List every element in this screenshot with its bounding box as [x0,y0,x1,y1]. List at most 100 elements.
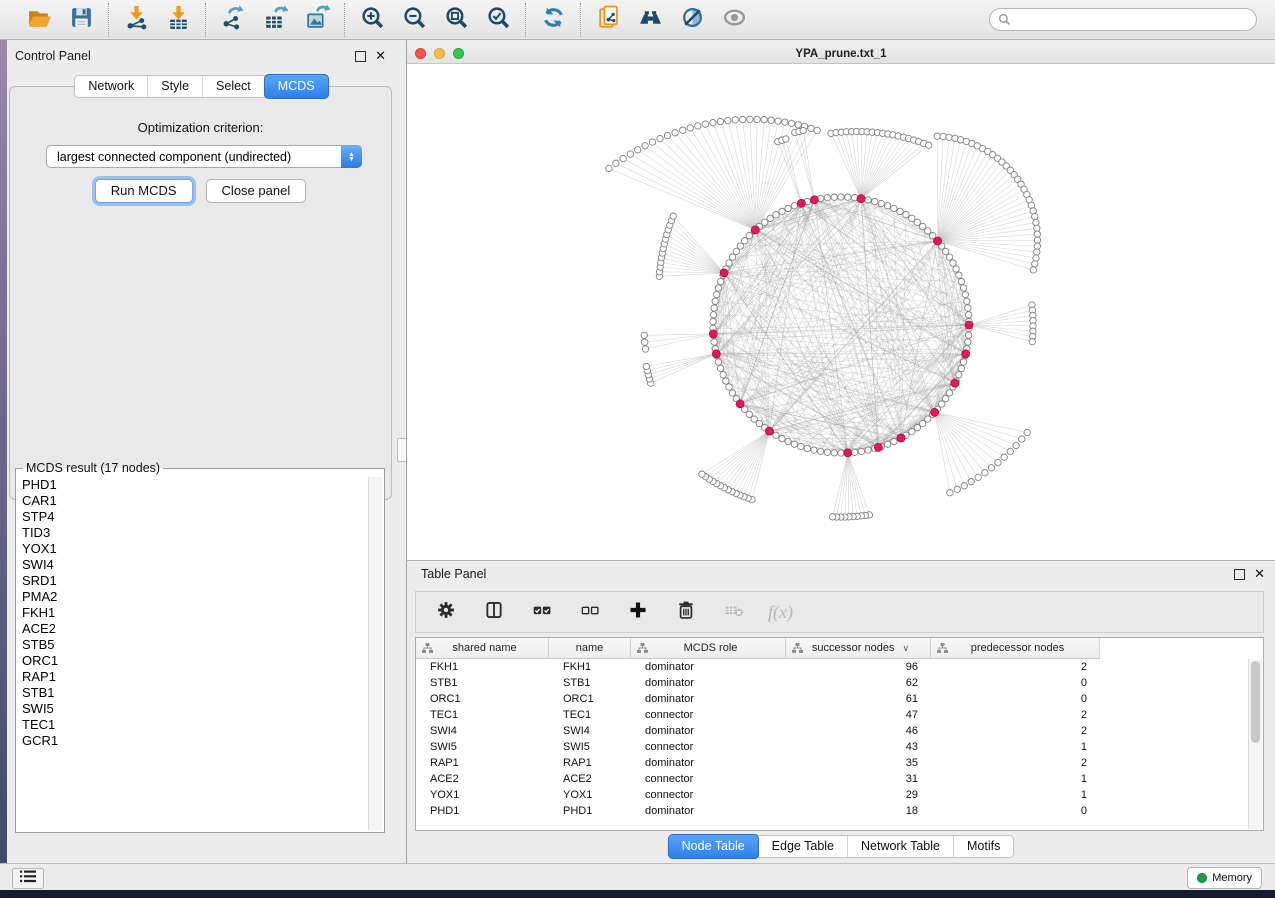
mcds-hub-node[interactable] [951,379,959,387]
search-field[interactable] [989,8,1257,31]
mcds-result-item[interactable]: ORC1 [18,653,382,669]
tab-mcds[interactable]: MCDS [264,74,329,99]
export-image-button[interactable] [303,6,331,34]
show-column-button[interactable] [480,598,508,626]
mcds-hub-node[interactable] [962,350,970,358]
cell-role: connector [631,741,786,753]
mcds-hub-node[interactable] [931,408,939,416]
mcds-result-item[interactable]: FKH1 [18,605,382,621]
mcds-result-item[interactable]: PHD1 [18,477,382,493]
result-scrollbar[interactable] [368,477,382,830]
mcds-result-item[interactable]: RAP1 [18,669,382,685]
import-network-button[interactable] [122,6,150,34]
toggle-graphics-details-button[interactable] [678,6,706,34]
zoom-fit-button[interactable] [442,6,470,34]
mcds-result-item[interactable]: CAR1 [18,493,382,509]
export-network-button[interactable] [219,6,247,34]
tab-select[interactable]: Select [203,76,265,97]
table-row[interactable]: PHD1PHD1dominator180 [416,803,1100,819]
select-all-button[interactable] [528,598,556,626]
mcds-hub-node[interactable] [810,196,818,204]
export-table-button[interactable] [261,6,289,34]
mcds-hub-node[interactable] [709,330,717,338]
mcds-hub-node[interactable] [874,443,882,451]
memory-button[interactable]: Memory [1187,867,1262,889]
table-row[interactable]: SWI4SWI4dominator462 [416,723,1100,739]
import-table-button[interactable] [164,6,192,34]
mcds-result-item[interactable]: TID3 [18,525,382,541]
run-mcds-button[interactable]: Run MCDS [95,179,193,203]
tab-node-table[interactable]: Node Table [668,834,760,859]
apply-layout-button[interactable] [539,6,567,34]
mcds-result-item[interactable]: SRD1 [18,573,382,589]
mcds-result-item[interactable]: SWI4 [18,557,382,573]
search-input[interactable] [1016,10,1256,30]
cell-role: dominator [631,805,786,817]
zoom-selected-button[interactable] [484,6,512,34]
mcds-hub-node[interactable] [965,321,973,329]
mcds-hub-node[interactable] [736,400,744,408]
mcds-result-item[interactable]: STB1 [18,685,382,701]
column-header-mcds-role[interactable]: MCDS role [631,638,786,658]
tab-style[interactable]: Style [148,76,203,97]
zoom-out-button[interactable] [400,6,428,34]
column-header-successor-nodes[interactable]: successor nodes∨ [786,638,931,658]
table-row[interactable]: STB1STB1dominator620 [416,675,1100,691]
mcds-hub-node[interactable] [934,237,942,245]
table-row[interactable]: ORC1ORC1dominator610 [416,691,1100,707]
criterion-dropdown[interactable]: largest connected component (undirected)… [46,145,362,168]
float-table-panel-icon[interactable] [1234,569,1245,580]
hide-graphics-button[interactable] [720,6,748,34]
tab-motifs[interactable]: Motifs [954,836,1013,857]
mcds-result-item[interactable]: GCR1 [18,733,382,749]
table-row[interactable]: YOX1YOX1connector291 [416,787,1100,803]
table-scrollbar-thumb[interactable] [1251,661,1260,743]
mcds-hub-node[interactable] [765,427,773,435]
mcds-hub-node[interactable] [844,449,852,457]
delete-column-button[interactable] [672,598,700,626]
mcds-hub-node[interactable] [720,269,728,277]
save-session-button[interactable] [67,6,95,34]
table-row[interactable]: SWI5SWI5connector431 [416,739,1100,755]
create-column-button[interactable] [624,598,652,626]
status-menu-button[interactable] [12,868,44,889]
table-row[interactable]: FKH1FKH1dominator962 [416,659,1100,675]
tab-network[interactable]: Network [75,76,148,97]
mcds-hub-node[interactable] [712,350,720,358]
mcds-result-item[interactable]: TEC1 [18,717,382,733]
cell-predecessor: 1 [931,789,1100,801]
new-network-from-selection-button[interactable] [594,6,622,34]
table-row[interactable]: RAP1RAP1dominator352 [416,755,1100,771]
mcds-hub-node[interactable] [797,199,805,207]
mcds-result-item[interactable]: ACE2 [18,621,382,637]
mcds-result-item[interactable]: STB5 [18,637,382,653]
mcds-result-item[interactable]: YOX1 [18,541,382,557]
network-canvas[interactable] [407,63,1274,558]
column-header-shared-name[interactable]: shared name [416,638,549,658]
table-row[interactable]: TEC1TEC1connector472 [416,707,1100,723]
mcds-hub-node[interactable] [897,434,905,442]
close-panel-icon[interactable]: ✕ [375,51,386,61]
deselect-all-button[interactable] [576,598,604,626]
column-header-name[interactable]: name [549,638,631,658]
mcds-result-item[interactable]: PMA2 [18,589,382,605]
cell-predecessor: 0 [931,805,1100,817]
find-network-button[interactable] [636,6,664,34]
zoom-in-button[interactable] [358,6,386,34]
mcds-hub-node[interactable] [857,195,865,203]
export-table-icon [263,5,288,35]
mcds-result-list[interactable]: PHD1CAR1STP4TID3YOX1SWI4SRD1PMA2FKH1ACE2… [18,477,382,749]
close-panel-button[interactable]: Close panel [206,179,307,203]
mcds-result-item[interactable]: STP4 [18,509,382,525]
tab-edge-table[interactable]: Edge Table [759,836,848,857]
mcds-result-item[interactable]: SWI5 [18,701,382,717]
float-panel-icon[interactable] [355,51,366,62]
column-header-predecessor-nodes[interactable]: predecessor nodes [931,638,1100,658]
close-table-panel-icon[interactable]: ✕ [1254,569,1265,579]
table-settings-button[interactable] [432,598,460,626]
table-scrollbar[interactable] [1248,659,1262,829]
open-file-button[interactable] [25,6,53,34]
table-row[interactable]: ACE2ACE2connector311 [416,771,1100,787]
mcds-hub-node[interactable] [751,226,759,234]
tab-network-table[interactable]: Network Table [848,836,954,857]
